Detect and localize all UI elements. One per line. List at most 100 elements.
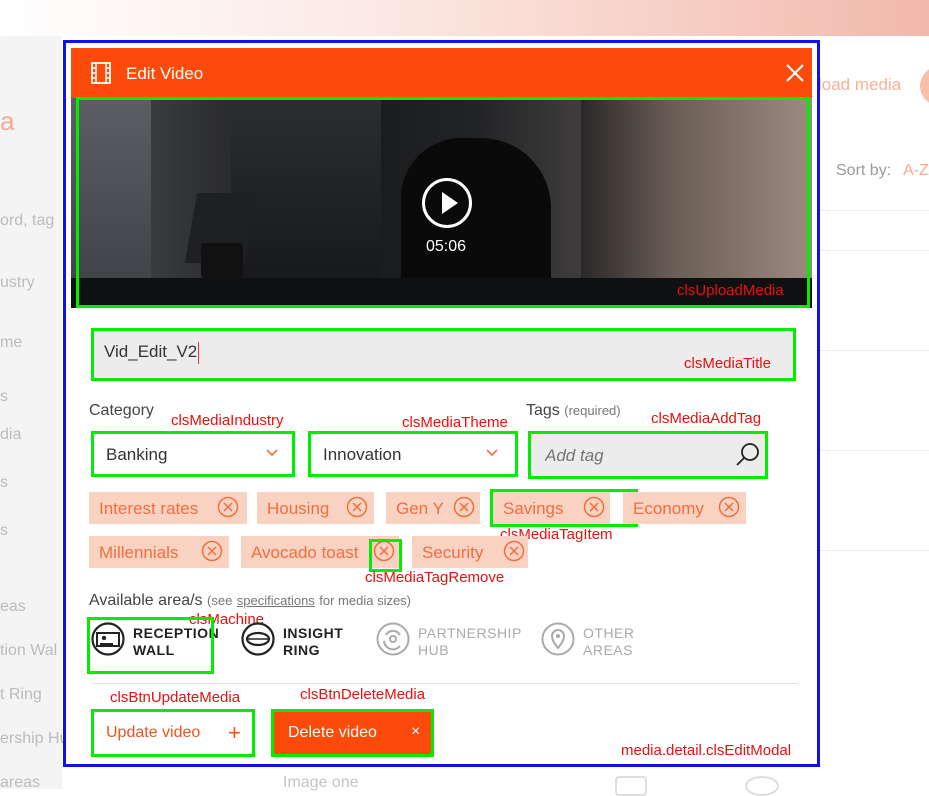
background-areas-fragment: eas: [0, 598, 26, 615]
areas-label: Available area/s (see specifications for…: [89, 592, 411, 610]
background-search-fragment: ord, tag: [0, 212, 55, 229]
tag-label: Interest rates: [99, 499, 199, 518]
background-logo-fragment: a: [0, 106, 15, 136]
tag-label: Gen Y: [396, 499, 444, 518]
background-divider: [818, 450, 929, 451]
edit-video-modal: Edit Video 05:06 clsUploadMedia clsMedia…: [63, 40, 820, 767]
theme-select-value: Innovation: [323, 445, 402, 464]
annotation-btn-delete: clsBtnDeleteMedia: [300, 686, 426, 703]
category-label: Category: [89, 402, 154, 419]
area-label-line1: OTHER: [583, 625, 635, 641]
delete-video-label: Delete video: [288, 724, 377, 741]
update-video-button[interactable]: Update video +: [91, 709, 255, 757]
background-item: s: [0, 474, 8, 491]
annotation-edit-modal: media.detail.clsEditModal: [621, 742, 792, 759]
industry-select[interactable]: Banking: [91, 431, 295, 477]
background-other-areas-fragment: areas: [0, 774, 41, 791]
tags-label-text: Tags: [526, 402, 560, 419]
annotation-media-add-tag: clsMediaAddTag: [651, 410, 762, 427]
other-areas-icon: [541, 622, 575, 656]
area-reception-wall[interactable]: RECEPTION WALL: [91, 620, 219, 660]
background-divider: [818, 210, 929, 211]
specifications-link[interactable]: specifications: [237, 593, 315, 608]
remove-tag-icon[interactable]: [201, 540, 223, 562]
area-label-line2: RING: [283, 642, 320, 658]
tag-item: Housing: [257, 492, 374, 524]
background-hub-fragment: ership Hu: [0, 730, 69, 747]
video-scene-cup: [201, 243, 243, 281]
background-sort-label: Sort by:: [836, 162, 892, 179]
area-partnership-hub[interactable]: PARTNERSHIP HUB: [376, 620, 521, 660]
background-reception-fragment: tion Wal: [0, 642, 58, 659]
tag-item: Economy: [623, 492, 746, 524]
add-tag-field[interactable]: [528, 431, 768, 479]
modal-header: Edit Video: [71, 48, 812, 98]
background-ring-fragment: t Ring: [0, 686, 42, 703]
area-label-line2: WALL: [133, 642, 175, 658]
add-tag-input[interactable]: [543, 445, 727, 467]
close-icon[interactable]: [784, 62, 806, 84]
remove-tag-icon[interactable]: [217, 496, 239, 518]
video-scene-wall: [71, 98, 151, 308]
background-item: s: [0, 522, 8, 539]
tag-item: Security: [412, 536, 528, 568]
background-sidebar: a ord, tag ustry me s dia s s eas tion W…: [0, 36, 68, 791]
annotation-media-industry: clsMediaIndustry: [171, 412, 284, 429]
background-divider: [818, 350, 929, 351]
chevron-down-icon: [266, 449, 278, 457]
area-label-line1: PARTNERSHIP: [418, 625, 522, 641]
background-area-icon: [615, 776, 647, 796]
background-divider: [818, 250, 929, 251]
tags-required-note: (required): [564, 403, 621, 418]
industry-select-value: Banking: [106, 445, 168, 464]
annotation-upload-media: clsUploadMedia: [677, 282, 784, 299]
annotation-media-tag-remove: clsMediaTagRemove: [365, 569, 505, 586]
delete-video-button[interactable]: Delete video ×: [271, 709, 434, 757]
tag-label: Security: [422, 543, 484, 562]
remove-tag-icon[interactable]: [453, 496, 475, 518]
area-label-line1: RECEPTION: [133, 625, 220, 641]
area-insight-ring[interactable]: INSIGHT RING: [241, 620, 344, 660]
remove-tag-icon[interactable]: [583, 496, 605, 518]
areas-label-text: Available area/s: [89, 592, 203, 609]
tag-item: Avocado toast: [241, 536, 399, 568]
background-theme-fragment: me: [0, 334, 23, 351]
update-video-label: Update video: [106, 724, 201, 741]
area-label-line2: HUB: [418, 642, 450, 658]
annotation-media-title: clsMediaTitle: [684, 355, 771, 372]
insight-ring-icon: [241, 622, 275, 656]
annotation-btn-update: clsBtnUpdateMedia: [110, 689, 241, 706]
tags-label: Tags (required): [526, 402, 621, 420]
tag-label: Housing: [267, 499, 330, 518]
background-item: s: [0, 388, 8, 405]
plus-icon: +: [228, 720, 241, 745]
play-icon[interactable]: [422, 178, 472, 228]
tag-item: Savings: [493, 492, 610, 524]
modal-title: Edit Video: [126, 64, 204, 83]
tag-item: Gen Y: [386, 492, 480, 524]
chevron-down-icon: [486, 449, 498, 457]
tag-label: Avocado toast: [251, 543, 359, 562]
video-preview[interactable]: 05:06: [71, 98, 812, 308]
remove-tag-icon[interactable]: [373, 540, 395, 562]
background-list-item: Image one: [283, 774, 359, 791]
remove-tag-icon[interactable]: [503, 540, 525, 562]
remove-tag-icon[interactable]: [346, 496, 368, 518]
background-sort-value: A-Z: [903, 162, 929, 179]
delete-icon: ×: [411, 723, 421, 740]
area-other-areas[interactable]: OTHER AREAS: [541, 620, 641, 660]
tag-label: Economy: [633, 499, 704, 518]
areas-note-post: for media sizes): [319, 593, 412, 608]
film-icon: [91, 62, 111, 84]
tag-item: Millennials: [89, 536, 229, 568]
background-upload-media-link: load media: [818, 75, 902, 94]
search-icon[interactable]: [735, 442, 761, 468]
remove-tag-icon[interactable]: [718, 496, 740, 518]
media-title-input[interactable]: [102, 341, 606, 363]
areas-note-pre: (see: [207, 593, 233, 608]
theme-select[interactable]: Innovation: [308, 431, 518, 477]
area-label-line1: INSIGHT: [283, 625, 344, 641]
tag-label: Savings: [503, 499, 564, 518]
background-industry-fragment: ustry: [0, 274, 35, 291]
background-location-icon: [745, 776, 779, 796]
